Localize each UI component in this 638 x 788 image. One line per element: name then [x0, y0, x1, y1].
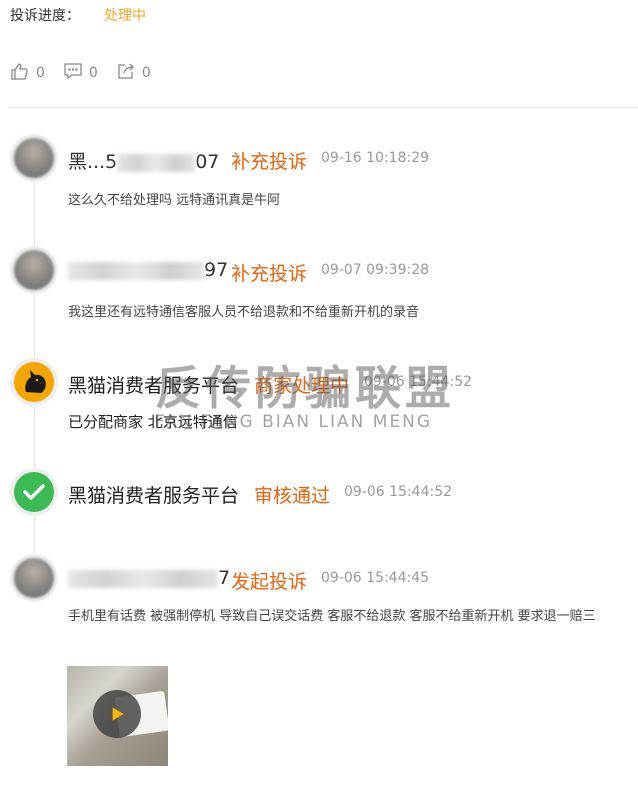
avatar[interactable]: [10, 358, 58, 406]
user-avatar-blurred: [14, 138, 54, 178]
progress-status: 处理中: [104, 8, 146, 24]
complaint-progress: 投诉进度： 处理中: [10, 5, 146, 25]
thumbs-up-icon: [10, 61, 36, 85]
entry-time: 09-07 09:39:28: [321, 262, 430, 278]
avatar[interactable]: [10, 554, 58, 602]
user-avatar-blurred: [14, 250, 54, 290]
name-mask: [68, 261, 204, 280]
avatar[interactable]: [10, 246, 58, 294]
video-thumbnail[interactable]: [67, 666, 168, 766]
like-button[interactable]: 0: [10, 61, 45, 85]
user-name: 97: [68, 259, 228, 281]
entry-time: 09-06 15:44:45: [321, 570, 430, 586]
play-icon[interactable]: [93, 690, 141, 738]
share-button[interactable]: 0: [116, 61, 151, 85]
black-cat-logo-icon: [14, 362, 54, 402]
entry-action: 审核通过: [254, 485, 331, 507]
divider: [9, 107, 638, 108]
entry-text: 这么久不给处理吗 远特通讯真是牛阿: [68, 193, 281, 208]
avatar[interactable]: [10, 468, 58, 516]
user-name: 7: [68, 567, 230, 589]
entry-text: 我这里还有远特通信客服人员不给退款和不给重新开机的录音: [68, 305, 420, 320]
check-icon: [14, 472, 54, 512]
user-name-suffix: 97: [204, 259, 229, 281]
comment-count: 0: [88, 65, 98, 81]
entry-action: 发起投诉: [231, 571, 308, 593]
avatar[interactable]: [10, 134, 58, 182]
user-avatar-blurred: [14, 558, 54, 598]
platform-name: 黑猫消费者服务平台: [68, 485, 240, 507]
entry-time: 09-16 10:18:29: [321, 150, 430, 166]
entry-action: 补充投诉: [231, 263, 308, 285]
user-name-prefix: 黑...5: [68, 151, 118, 173]
name-mask: [68, 569, 218, 588]
user-name-suffix: 07: [195, 151, 220, 173]
entry-time: 09-06 15:44:52: [344, 484, 453, 500]
entry-time: 09-06 15:44:52: [364, 374, 473, 390]
entry-text: 手机里有话费 被强制停机 导致自己误交话费 客服不给退款 客服不给重新开机 要求…: [68, 609, 596, 624]
entry-text: 已分配商家 北京远特通信: [68, 413, 238, 431]
progress-label: 投诉进度：: [10, 8, 80, 24]
comment-button[interactable]: 0: [63, 61, 98, 85]
entry-action: 商家处理中: [254, 375, 350, 397]
like-count: 0: [36, 65, 45, 81]
entry-action: 补充投诉: [231, 151, 308, 173]
user-name: 黑...5 07: [68, 147, 219, 174]
user-name-suffix: 7: [218, 567, 231, 589]
share-count: 0: [141, 65, 151, 81]
name-mask: [117, 153, 196, 172]
comment-icon: [63, 61, 89, 85]
action-bar: 0 0 0: [10, 61, 169, 85]
platform-name: 黑猫消费者服务平台: [68, 375, 240, 397]
share-icon: [116, 61, 142, 85]
